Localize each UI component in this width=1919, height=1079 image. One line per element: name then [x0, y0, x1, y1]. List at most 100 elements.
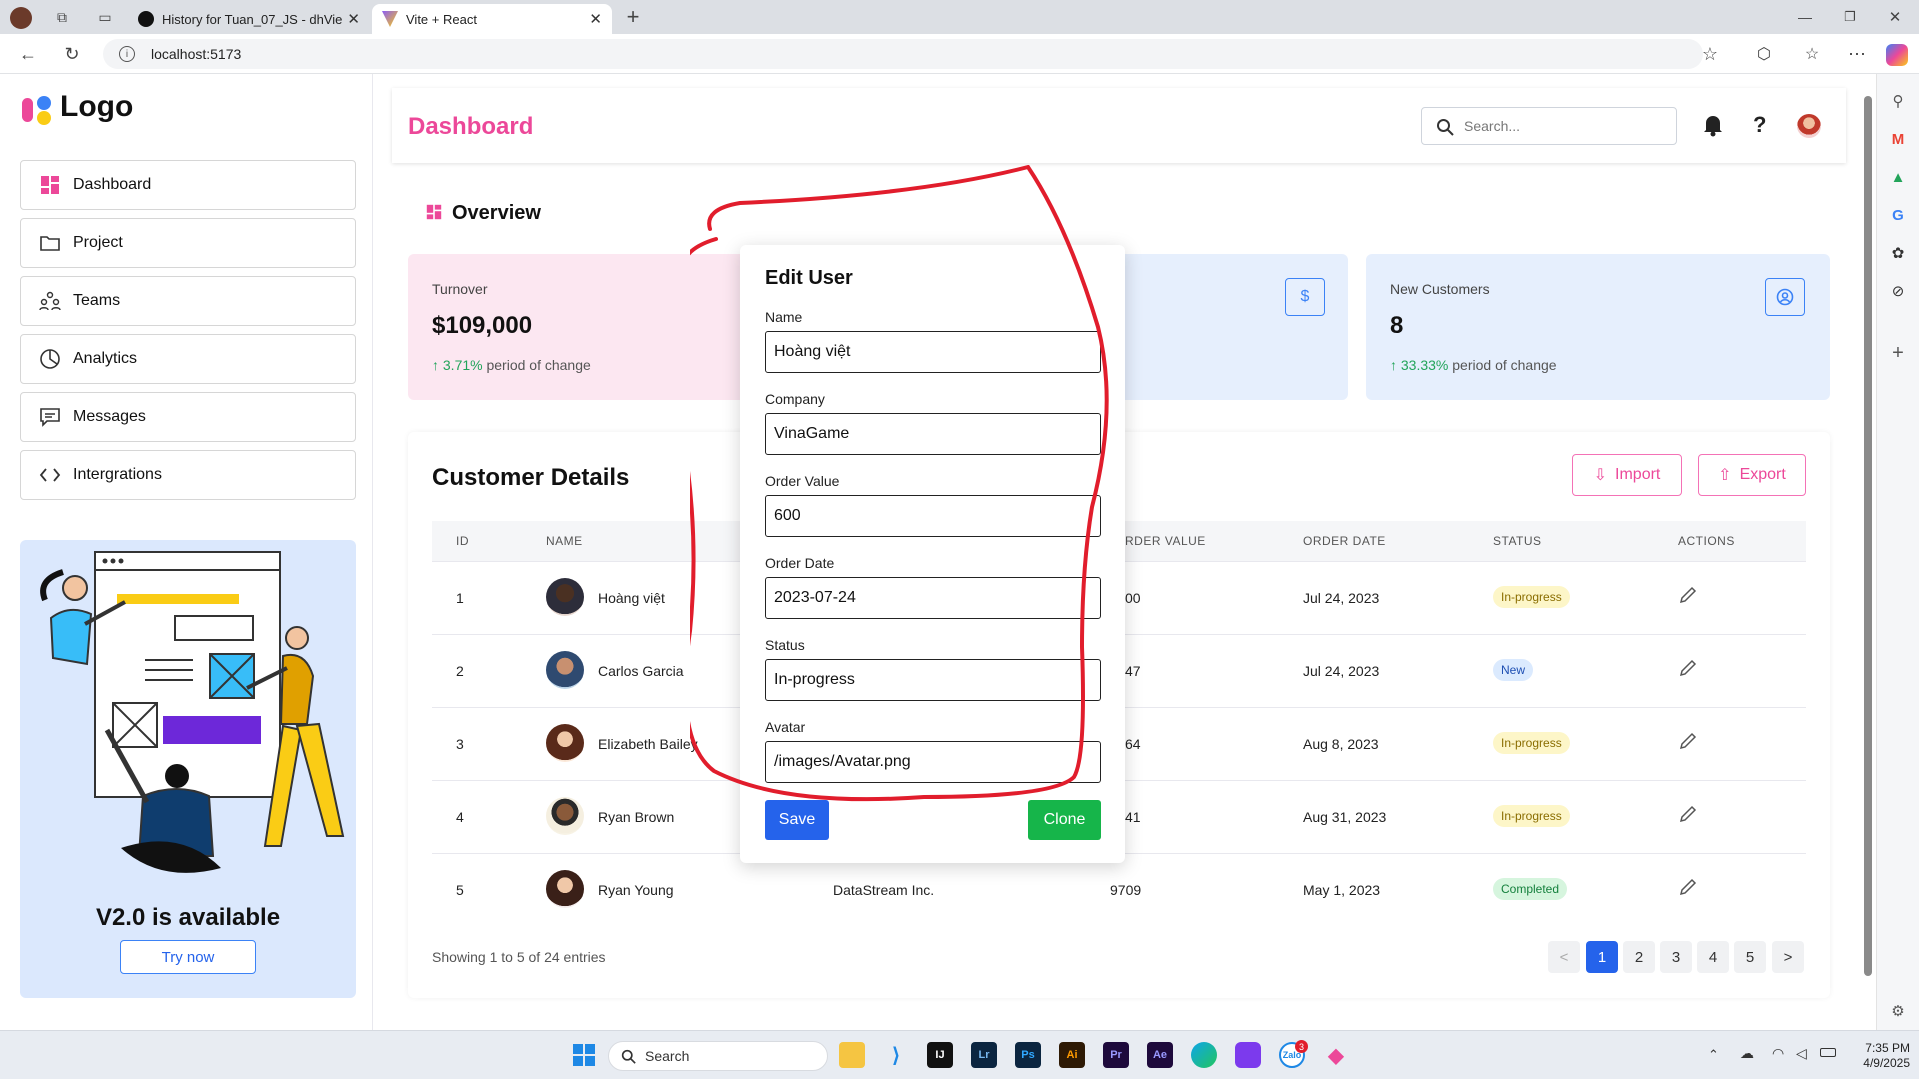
- tool-icon[interactable]: ⊘: [1887, 280, 1909, 302]
- copilot-icon[interactable]: [1886, 44, 1908, 66]
- wifi-icon[interactable]: ◠: [1772, 1045, 1784, 1062]
- premiere-icon[interactable]: Pr: [1103, 1042, 1129, 1068]
- profile-avatar-icon[interactable]: [10, 7, 32, 29]
- edit-pencil-icon[interactable]: [1678, 731, 1698, 751]
- translate-icon[interactable]: G: [1887, 204, 1909, 226]
- volume-icon[interactable]: ◁: [1796, 1045, 1807, 1062]
- vite-icon: [382, 11, 398, 27]
- user-circle-icon-button[interactable]: [1765, 278, 1805, 316]
- close-tab-icon[interactable]: ✕: [347, 10, 360, 28]
- scrollbar-thumb[interactable]: [1864, 96, 1872, 976]
- col-status: STATUS: [1493, 534, 1542, 548]
- vscode-icon[interactable]: ⟩: [883, 1042, 909, 1068]
- close-window-icon[interactable]: ✕: [1880, 2, 1910, 32]
- logo-text: Logo: [60, 90, 134, 123]
- illustrator-icon[interactable]: Ai: [1059, 1042, 1085, 1068]
- page-next-button[interactable]: >: [1772, 941, 1804, 973]
- edit-pencil-icon[interactable]: [1678, 658, 1698, 678]
- edit-pencil-icon[interactable]: [1678, 585, 1698, 605]
- help-icon[interactable]: ?: [1753, 112, 1766, 138]
- row-3-name: Elizabeth Bailey: [598, 736, 698, 752]
- windows-start-icon[interactable]: [572, 1043, 596, 1067]
- sidebar-item-integrations[interactable]: Intergrations: [20, 450, 356, 500]
- workspaces-icon[interactable]: ⧉: [47, 2, 77, 32]
- git-icon[interactable]: ◆: [1323, 1042, 1349, 1068]
- favorites-icon[interactable]: ☆: [1797, 39, 1827, 69]
- settings-icon[interactable]: ⚙: [1887, 1000, 1909, 1022]
- app-icon[interactable]: [1235, 1042, 1261, 1068]
- row-1-status-badge: In-progress: [1493, 586, 1570, 608]
- sidebar-item-label: Project: [73, 234, 123, 251]
- battery-icon[interactable]: [1820, 1048, 1836, 1057]
- info-icon[interactable]: i: [119, 46, 135, 62]
- row-2-date: Jul 24, 2023: [1303, 663, 1380, 679]
- drive-icon[interactable]: ▲: [1887, 166, 1909, 188]
- file-explorer-icon[interactable]: [839, 1042, 865, 1068]
- promo-illustration: [40, 551, 345, 873]
- folder-icon: [39, 232, 61, 254]
- edit-pencil-icon[interactable]: [1678, 804, 1698, 824]
- add-icon[interactable]: +: [1887, 342, 1909, 364]
- page-4-button[interactable]: 4: [1697, 941, 1729, 973]
- chevron-up-icon[interactable]: ⌃: [1708, 1047, 1719, 1063]
- edit-pencil-icon[interactable]: [1678, 877, 1698, 897]
- photoshop-icon[interactable]: Ps: [1015, 1042, 1041, 1068]
- page-prev-button[interactable]: <: [1548, 941, 1580, 973]
- lightroom-icon[interactable]: Lr: [971, 1042, 997, 1068]
- taskbar-search[interactable]: Search: [608, 1041, 828, 1071]
- sidebar-item-teams[interactable]: Teams: [20, 276, 356, 326]
- github-icon: [138, 11, 154, 27]
- refresh-icon[interactable]: ↻: [57, 39, 87, 69]
- row-1-date: Jul 24, 2023: [1303, 590, 1380, 606]
- tab-github-history[interactable]: History for Tuan_07_JS - dhViet20 ✕: [128, 4, 370, 34]
- edge-icon[interactable]: [1191, 1042, 1217, 1068]
- url-field[interactable]: i localhost:5173: [103, 39, 1703, 69]
- after-effects-icon[interactable]: Ae: [1147, 1042, 1173, 1068]
- onedrive-icon[interactable]: ☁: [1740, 1045, 1754, 1062]
- user-avatar[interactable]: [1797, 114, 1821, 138]
- search-input[interactable]: Search...: [1421, 107, 1677, 145]
- gmail-icon[interactable]: M: [1887, 128, 1909, 150]
- page-1-button[interactable]: 1: [1586, 941, 1618, 973]
- favorite-star-icon[interactable]: ☆: [1695, 39, 1725, 69]
- new-tab-icon[interactable]: +: [618, 2, 648, 32]
- openai-icon[interactable]: ✿: [1887, 242, 1909, 264]
- row-2-status-badge: New: [1493, 659, 1534, 681]
- page-3-button[interactable]: 3: [1660, 941, 1692, 973]
- restore-icon[interactable]: ❐: [1835, 2, 1865, 32]
- sidebar-item-analytics[interactable]: Analytics: [20, 334, 356, 384]
- tab-label: History for Tuan_07_JS - dhViet20: [162, 11, 342, 27]
- close-tab-icon[interactable]: ✕: [589, 10, 602, 28]
- page-2-button[interactable]: 2: [1623, 941, 1655, 973]
- dollar-icon-button[interactable]: $: [1285, 278, 1325, 316]
- export-icon: ⇧: [1718, 467, 1732, 484]
- logo-icon: [22, 96, 51, 125]
- try-now-button[interactable]: Try now: [120, 940, 256, 974]
- tab-vite-react[interactable]: Vite + React ✕: [372, 4, 612, 34]
- tab-actions-icon[interactable]: ▭: [90, 2, 120, 32]
- bell-icon[interactable]: [1702, 113, 1724, 137]
- export-button[interactable]: ⇧ Export: [1698, 454, 1806, 496]
- promo-title: V2.0 is available: [95, 904, 281, 931]
- overview-icon: [426, 204, 442, 220]
- more-icon[interactable]: ⋯: [1842, 39, 1872, 69]
- customer-details-title: Customer Details: [432, 464, 630, 491]
- clock-time: 7:35 PM: [1865, 1041, 1910, 1055]
- taskbar: [0, 1030, 1919, 1079]
- search-icon[interactable]: ⚲: [1887, 90, 1909, 112]
- back-icon[interactable]: ←: [13, 39, 43, 69]
- clock[interactable]: 7:35 PM 4/9/2025: [1840, 1041, 1910, 1071]
- sidebar-item-dashboard[interactable]: Dashboard: [20, 160, 356, 210]
- row-5-status-badge: Completed: [1493, 878, 1568, 900]
- sidebar-item-project[interactable]: Project: [20, 218, 356, 268]
- sidebar-item-messages[interactable]: Messages: [20, 392, 356, 442]
- row-2-avatar: [546, 651, 584, 689]
- intellij-icon[interactable]: IJ: [927, 1042, 953, 1068]
- page-5-button[interactable]: 5: [1734, 941, 1766, 973]
- message-icon: [39, 406, 61, 428]
- import-button[interactable]: ⇩ Import: [1572, 454, 1682, 496]
- extensions-icon[interactable]: ⬡: [1749, 39, 1779, 69]
- turnover-change: ↑ 3.71% period of change: [432, 357, 591, 373]
- minimize-icon[interactable]: —: [1790, 2, 1820, 32]
- tab-label: Vite + React: [406, 11, 477, 27]
